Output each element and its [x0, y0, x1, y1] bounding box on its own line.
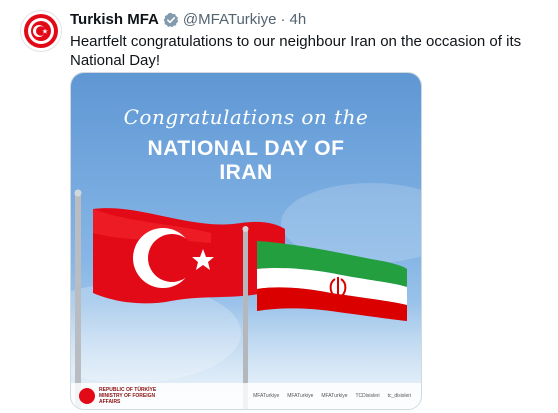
- media-congrats-line: Congratulations on the: [123, 105, 369, 129]
- media-iran-line: IRAN: [219, 161, 273, 184]
- separator-dot: ·: [280, 11, 286, 28]
- handle[interactable]: @MFATurkiye: [183, 11, 277, 28]
- social-handle: MFATurkiye: [321, 393, 348, 399]
- tweet-text: Heartfelt congratulations to our neighbo…: [70, 33, 522, 69]
- ministry-line-2: MINISTRY OF FOREIGN AFFAIRS: [99, 393, 156, 405]
- social-handle: TCDisisleri: [355, 393, 380, 399]
- social-handle: MFATurkiye: [287, 393, 314, 399]
- ministry-name: REPUBLIC OF TÜRKİYE MINISTRY OF FOREIGN …: [99, 387, 169, 405]
- social-handle: MFATurkiye: [253, 393, 280, 399]
- media-national-day-line: NATIONAL DAY OF: [147, 137, 345, 160]
- social-handles: MFATurkiye MFATurkiye MFATurkiye TCDisis…: [253, 393, 411, 399]
- display-name[interactable]: Turkish MFA: [70, 11, 159, 28]
- avatar[interactable]: [20, 10, 62, 52]
- tweet-image[interactable]: Congratulations on the NATIONAL DAY OF I…: [70, 72, 422, 410]
- verified-badge-icon: [163, 12, 179, 28]
- media-footer: REPUBLIC OF TÜRKİYE MINISTRY OF FOREIGN …: [71, 383, 421, 409]
- social-handle: tc_disisleri: [387, 393, 411, 399]
- ministry-emblem-icon: [24, 14, 58, 48]
- tweet-header: Turkish MFA @MFATurkiye · 4h: [70, 11, 306, 28]
- timestamp[interactable]: 4h: [289, 11, 306, 28]
- ministry-logo-icon: [79, 388, 95, 404]
